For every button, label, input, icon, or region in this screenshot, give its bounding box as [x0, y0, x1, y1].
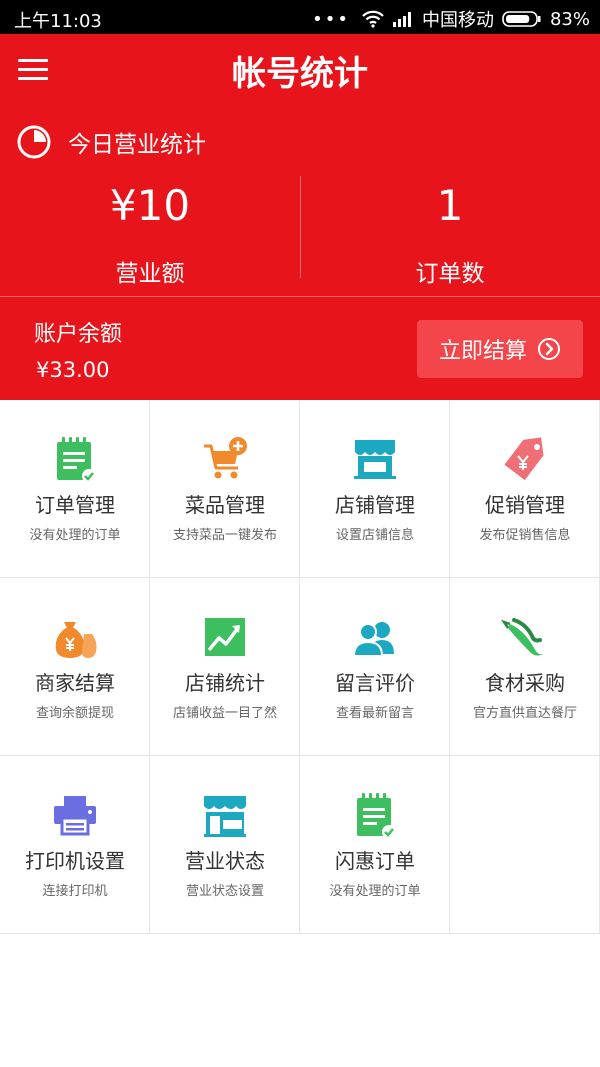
order-count-value: 1 [436, 181, 464, 230]
trend-chart-icon [150, 612, 300, 662]
grid-item-name: 菜品管理 [185, 493, 265, 517]
revenue-value: ¥10 [109, 181, 191, 230]
money-bag-icon [0, 612, 150, 662]
storefront-icon [300, 434, 450, 484]
users-icon [300, 612, 450, 662]
grid-item-name: 营业状态 [185, 849, 265, 873]
battery-icon [502, 11, 541, 27]
grid-item-desc: 查看最新留言 [335, 706, 414, 721]
grid-item-name: 食材采购 [485, 671, 565, 695]
grid-item-ingredient-purchase[interactable]: 食材采购 官方直供直达餐厅 [450, 578, 600, 756]
grid-item-name: 订单管理 [35, 493, 115, 517]
settle-now-button[interactable]: 立即结算 [417, 320, 583, 378]
grid-item-desc: 没有处理的订单 [329, 884, 421, 899]
more-dots-icon: ••• [312, 8, 350, 30]
grid-item-promotion-management[interactable]: 促销管理 发布促销售信息 [450, 400, 600, 578]
grid-item-desc: 营业状态设置 [185, 884, 264, 899]
grid-item-desc: 支持菜品一键发布 [172, 528, 277, 543]
signal-icon [392, 12, 411, 27]
grid-item-empty [450, 756, 600, 934]
today-stats-header: 今日营业统计 [16, 124, 206, 160]
order-clipboard-icon [0, 434, 150, 484]
grid-item-reviews[interactable]: 留言评价 查看最新留言 [300, 578, 450, 756]
grid-item-desc: 没有处理的订单 [29, 528, 121, 543]
printer-icon [0, 790, 150, 840]
grid-item-store-statistics[interactable]: 店铺统计 店铺收益一目了然 [150, 578, 300, 756]
grid-item-desc: 连接打印机 [42, 884, 108, 899]
grid-item-name: 店铺统计 [185, 671, 265, 695]
battery-percent: 83% [549, 8, 590, 30]
grid-item-desc: 官方直供直达餐厅 [472, 706, 577, 721]
settle-now-label: 立即结算 [438, 339, 527, 364]
balance-value: ¥33.00 [36, 358, 110, 382]
carrier-name: 中国移动 [421, 10, 494, 31]
order-clipboard-icon [300, 790, 450, 840]
page-title: 帐号统计 [232, 54, 368, 94]
section-divider [0, 296, 600, 297]
arrow-right-circle-icon [538, 338, 560, 360]
grid-item-flash-discount-orders[interactable]: 闪惠订单 没有处理的订单 [300, 756, 450, 934]
grid-item-order-management[interactable]: 订单管理 没有处理的订单 [0, 400, 150, 578]
grid-item-desc: 发布促销售信息 [479, 528, 571, 543]
cart-add-icon [150, 434, 300, 484]
order-count-label: 订单数 [415, 261, 485, 287]
grid-item-name: 商家结算 [35, 671, 115, 695]
open-shop-icon [150, 790, 300, 840]
pie-chart-icon [17, 125, 51, 159]
grid-item-desc: 设置店铺信息 [335, 528, 414, 543]
status-time: 上午11:03 [14, 11, 102, 32]
grid-item-dish-management[interactable]: 菜品管理 支持菜品一键发布 [150, 400, 300, 578]
price-tag-icon [450, 434, 600, 484]
grid-item-name: 打印机设置 [25, 849, 125, 873]
grid-item-name: 店铺管理 [335, 493, 415, 517]
grid-item-name: 促销管理 [485, 493, 565, 517]
grid-item-name: 留言评价 [335, 671, 415, 695]
today-stats-label: 今日营业统计 [68, 132, 206, 158]
grid-item-printer-settings[interactable]: 打印机设置 连接打印机 [0, 756, 150, 934]
revenue-stat[interactable]: ¥10 营业额 [0, 180, 300, 288]
revenue-label: 营业额 [115, 261, 185, 287]
grid-item-desc: 店铺收益一目了然 [172, 706, 277, 721]
status-indicators: ••• 中国移动 83% [312, 6, 590, 32]
grid-item-desc: 查询余额提现 [35, 706, 114, 721]
grid-item-name: 闪惠订单 [335, 849, 415, 873]
wifi-icon [362, 10, 384, 28]
balance-label: 账户余额 [34, 322, 123, 347]
grid-item-business-status[interactable]: 营业状态 营业状态设置 [150, 756, 300, 934]
status-bar: 上午11:03 ••• 中国移动 83% [0, 0, 600, 34]
order-count-stat[interactable]: 1 订单数 [300, 180, 600, 288]
grid-item-merchant-settlement[interactable]: 商家结算 查询余额提现 [0, 578, 150, 756]
function-grid: 订单管理 没有处理的订单 菜品管理 支持菜品一键发布 店铺管理 设置店铺信息 促… [0, 400, 600, 934]
chili-pepper-icon [450, 612, 600, 662]
grid-item-store-management[interactable]: 店铺管理 设置店铺信息 [300, 400, 450, 578]
